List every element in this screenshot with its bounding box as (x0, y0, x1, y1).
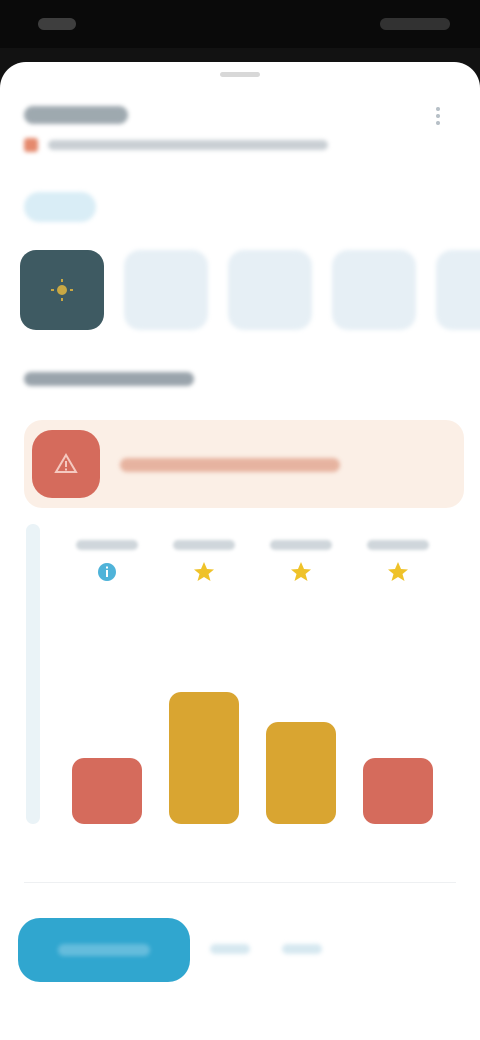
info-icon (98, 563, 116, 581)
status-bar (0, 0, 480, 48)
page-title (24, 106, 128, 124)
level-bar (169, 692, 239, 824)
subtitle-status-dot (24, 138, 38, 152)
thumbnail-item[interactable] (124, 250, 208, 330)
more-options-button[interactable] (418, 96, 458, 136)
star-icon (388, 562, 408, 581)
section-title (24, 372, 194, 386)
tertiary-action-label (282, 944, 322, 954)
page-subtitle (48, 140, 328, 150)
more-vertical-icon (436, 107, 440, 125)
alert-card[interactable] (24, 420, 464, 508)
column-label (76, 540, 138, 550)
thumbnail-item-selected[interactable] (20, 250, 104, 330)
tertiary-action-button[interactable] (282, 934, 322, 964)
level-chart (20, 524, 460, 844)
secondary-action-button[interactable] (210, 934, 250, 964)
sun-icon (51, 279, 73, 301)
secondary-action-label (210, 944, 250, 954)
thumbnail-item[interactable] (332, 250, 416, 330)
star-icon (291, 562, 311, 581)
level-bar (363, 758, 433, 824)
primary-action-button[interactable] (18, 918, 190, 982)
footer-divider (24, 882, 456, 883)
alert-icon-box (32, 430, 100, 498)
column-label (367, 540, 429, 550)
level-bar (72, 758, 142, 824)
status-system-icons (380, 18, 450, 30)
filter-chip[interactable] (24, 192, 96, 222)
star-icon (194, 562, 214, 581)
status-time (38, 18, 76, 30)
primary-action-label (58, 944, 150, 956)
content-sheet (0, 62, 480, 1040)
alert-message (120, 458, 340, 472)
thumbnail-item[interactable] (436, 250, 480, 330)
warning-icon (54, 453, 78, 473)
column-label (173, 540, 235, 550)
level-bar (266, 722, 336, 824)
chart-axis (26, 524, 40, 824)
column-label (270, 540, 332, 550)
drag-handle[interactable] (220, 72, 260, 77)
thumbnail-strip (20, 250, 480, 330)
thumbnail-item[interactable] (228, 250, 312, 330)
